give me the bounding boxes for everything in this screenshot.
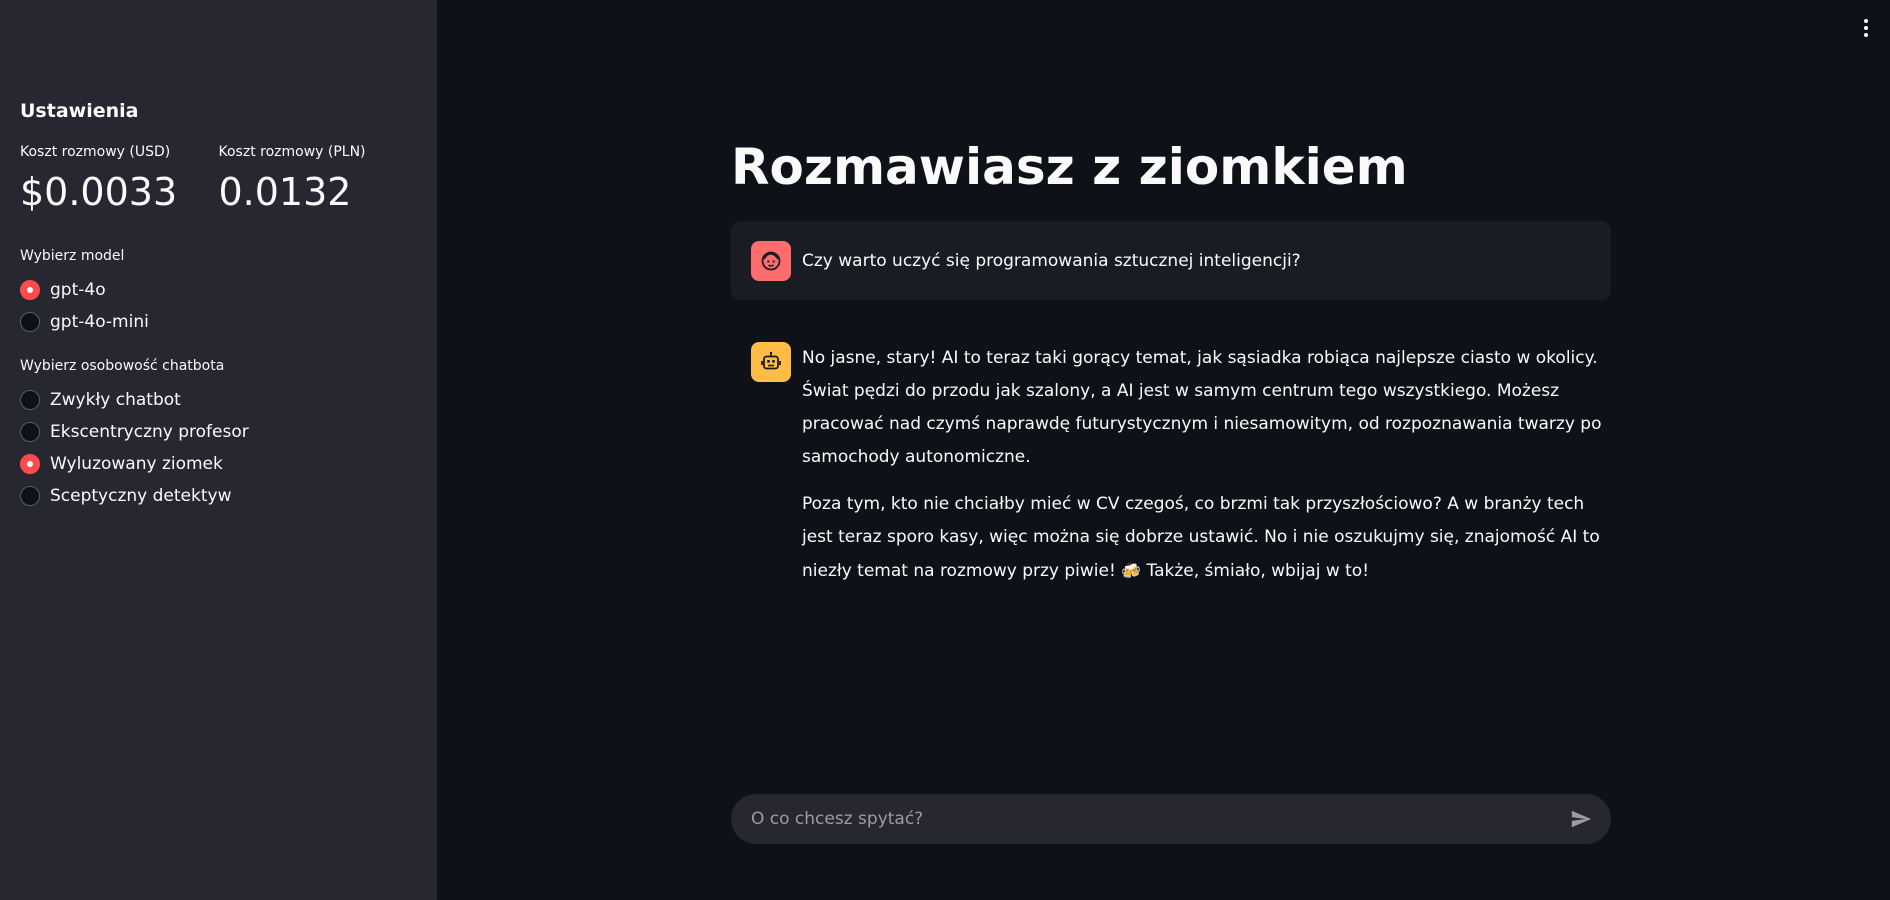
personality-section-label: Wybierz osobowość chatbota — [20, 358, 225, 374]
send-icon[interactable] — [1567, 805, 1595, 833]
cost-metrics: Koszt rozmowy (USD) $0.0033 Koszt rozmow… — [20, 144, 417, 214]
user-message-text: Czy warto uczyć się programowania sztucz… — [802, 250, 1301, 271]
radio-indicator — [20, 454, 40, 474]
radio-model-gpt-4o[interactable]: gpt-4o — [20, 274, 417, 306]
robot-icon — [751, 342, 791, 382]
user-message: Czy warto uczyć się programowania sztucz… — [731, 221, 1611, 300]
sidebar: Ustawienia Koszt rozmowy (USD) $0.0033 K… — [0, 0, 437, 900]
radio-indicator — [20, 312, 40, 332]
radio-personality-detektyw[interactable]: Sceptyczny detektyw — [20, 480, 417, 512]
assistant-paragraph: Poza tym, kto nie chciałby mieć w CV cze… — [802, 488, 1602, 588]
kebab-menu-icon[interactable] — [1856, 16, 1876, 40]
radio-personality-zwykly[interactable]: Zwykły chatbot — [20, 384, 417, 416]
radio-indicator — [20, 280, 40, 300]
chat-input[interactable] — [751, 809, 1567, 829]
sidebar-title: Ustawienia — [20, 100, 139, 122]
radio-label: gpt-4o — [50, 280, 106, 300]
page-title: Rozmawiasz z ziomkiem — [731, 138, 1408, 196]
radio-model-gpt-4o-mini[interactable]: gpt-4o-mini — [20, 306, 417, 338]
beer-emoji-icon: 🍻 — [1121, 561, 1142, 580]
assistant-message: No jasne, stary! AI to teraz taki gorący… — [751, 342, 1611, 602]
radio-label: gpt-4o-mini — [50, 312, 149, 332]
radio-indicator — [20, 422, 40, 442]
radio-indicator — [20, 486, 40, 506]
metric-label: Koszt rozmowy (USD) — [20, 144, 171, 160]
chat-input-bar — [731, 794, 1611, 844]
assistant-text: Także, śmiało, wbijaj w to! — [1146, 561, 1370, 581]
radio-label: Zwykły chatbot — [50, 390, 181, 410]
radio-label: Ekscentryczny profesor — [50, 422, 249, 442]
model-section-label: Wybierz model — [20, 248, 125, 264]
metric-cost-pln: Koszt rozmowy (PLN) 0.0132 — [219, 144, 418, 214]
personality-radio-group: Zwykły chatbot Ekscentryczny profesor Wy… — [20, 384, 417, 512]
radio-personality-profesor[interactable]: Ekscentryczny profesor — [20, 416, 417, 448]
model-radio-group: gpt-4o gpt-4o-mini — [20, 274, 417, 338]
radio-indicator — [20, 390, 40, 410]
metric-value: 0.0132 — [218, 170, 352, 214]
radio-label: Sceptyczny detektyw — [50, 486, 232, 506]
assistant-message-body: No jasne, stary! AI to teraz taki gorący… — [802, 342, 1602, 602]
radio-personality-ziomek[interactable]: Wyluzowany ziomek — [20, 448, 417, 480]
metric-cost-usd: Koszt rozmowy (USD) $0.0033 — [20, 144, 219, 214]
radio-label: Wyluzowany ziomek — [50, 454, 223, 474]
metric-label: Koszt rozmowy (PLN) — [218, 144, 366, 160]
assistant-paragraph: No jasne, stary! AI to teraz taki gorący… — [802, 348, 1602, 467]
metric-value: $0.0033 — [20, 170, 178, 214]
face-icon — [751, 240, 791, 281]
